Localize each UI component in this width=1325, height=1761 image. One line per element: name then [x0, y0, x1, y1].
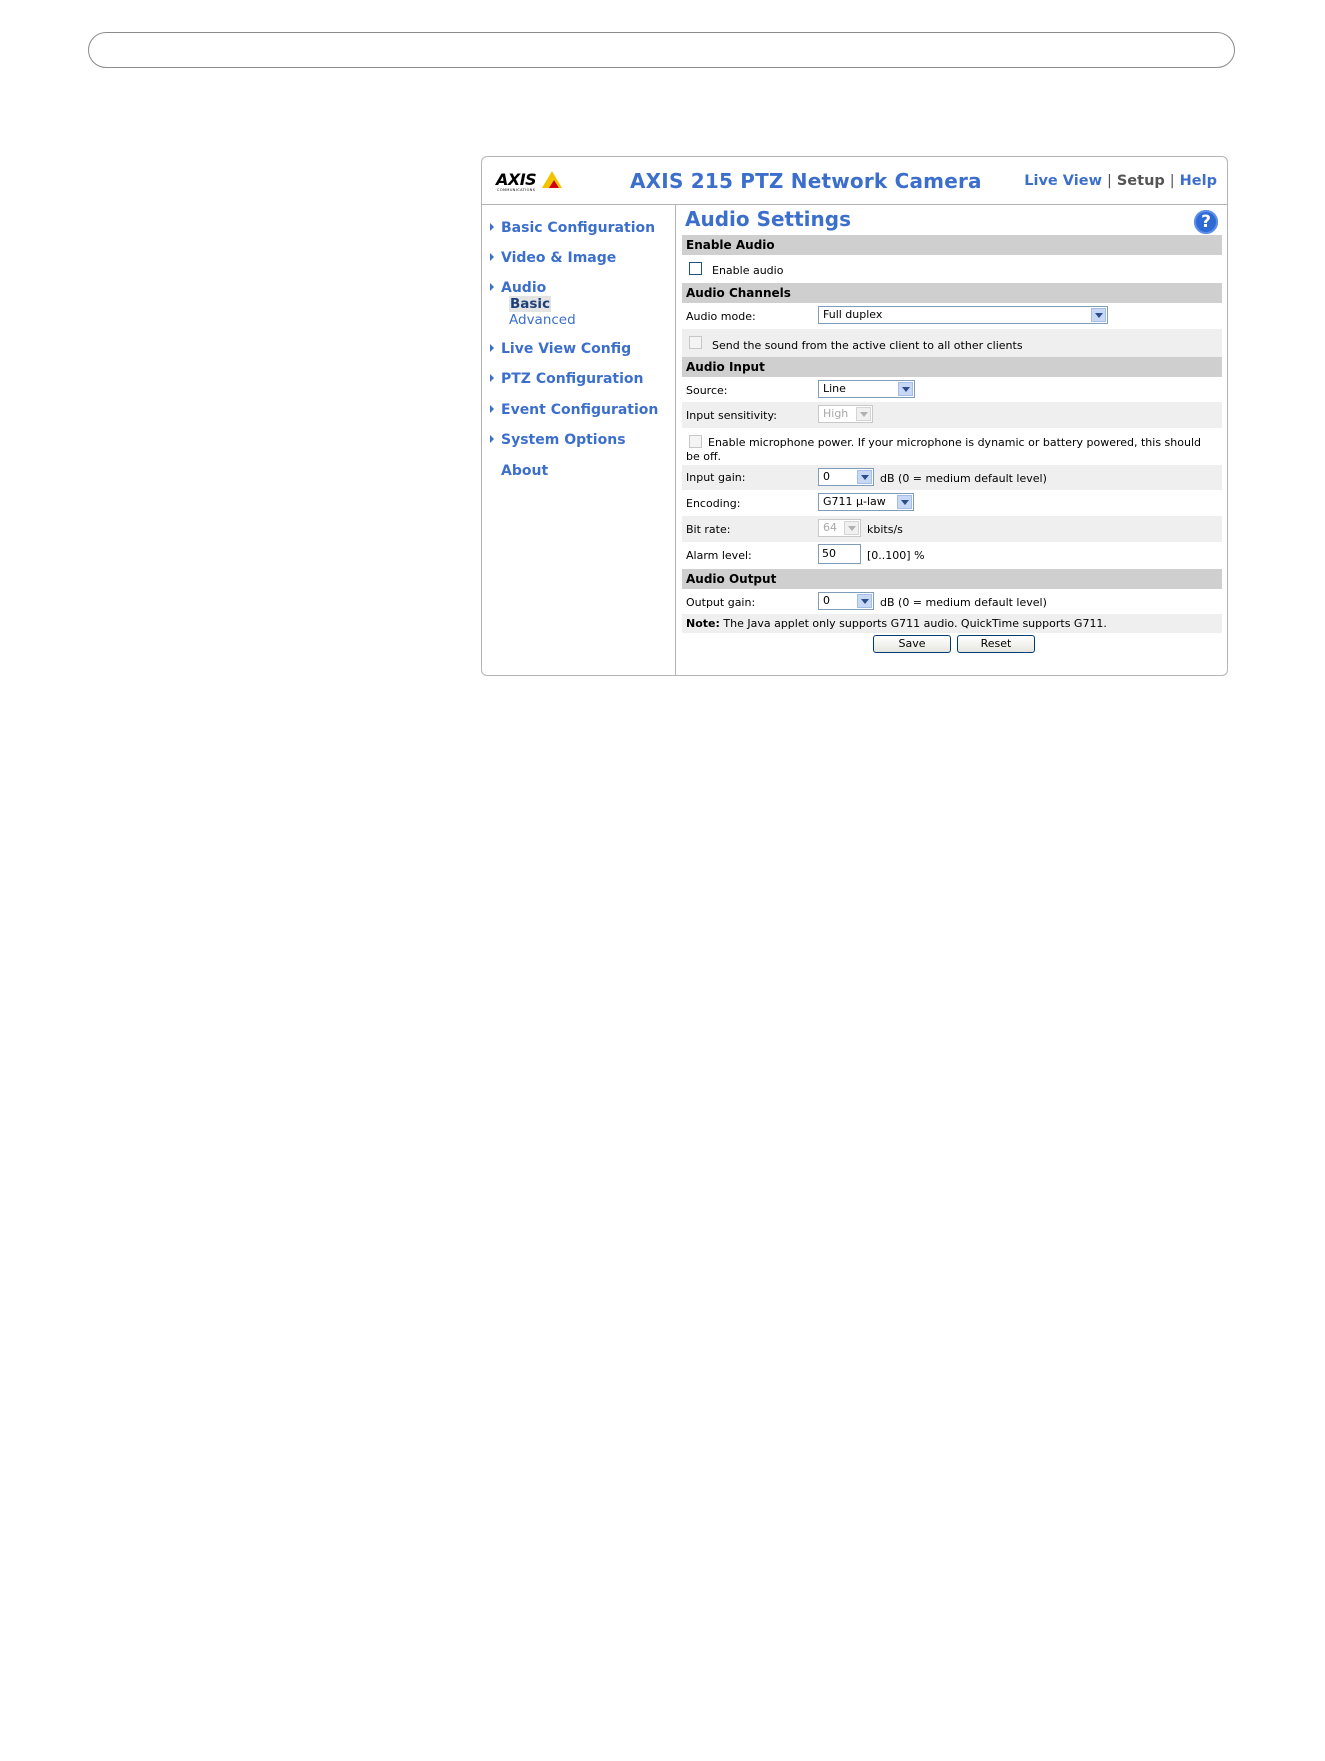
logo-red-triangle-icon	[549, 180, 559, 188]
output-gain-select[interactable]: 0	[818, 592, 874, 610]
arrow-right-icon	[490, 374, 494, 382]
page-title: Audio Settings	[685, 207, 851, 231]
input-sensitivity-select[interactable]: High	[818, 405, 873, 423]
sidebar-item-about[interactable]: About	[490, 463, 548, 479]
sidebar-item-basic-configuration[interactable]: Basic Configuration	[490, 220, 655, 236]
sidebar-item-live-view-config[interactable]: Live View Config	[490, 341, 631, 357]
link-separator: |	[1106, 173, 1112, 189]
reset-button[interactable]: Reset	[957, 635, 1035, 653]
live-view-link[interactable]: Live View	[1024, 173, 1102, 189]
logo-text: AXIS	[496, 170, 537, 189]
sidebar-item-event-configuration[interactable]: Event Configuration	[490, 402, 658, 418]
top-links: Live View | Setup | Help	[1024, 173, 1217, 189]
save-button[interactable]: Save	[873, 635, 951, 653]
mic-power-label: Enable microphone power. If your microph…	[686, 436, 1202, 463]
enable-audio-checkbox[interactable]	[689, 261, 702, 275]
dropdown-arrow-icon	[857, 594, 872, 608]
sidebar-subitem-basic[interactable]: Basic	[509, 296, 552, 312]
audio-mode-select[interactable]: Full duplex	[818, 306, 1108, 324]
encoding-select[interactable]: G711 µ-law	[818, 493, 914, 511]
dropdown-arrow-icon	[1091, 308, 1106, 322]
bit-rate-label: Bit rate:	[686, 523, 731, 536]
alarm-level-input[interactable]: 50	[818, 544, 861, 564]
output-gain-row: Output gain: 0 dB (0 = medium default le…	[682, 590, 1222, 614]
axis-logo: AXIS COMMUNICATIONS	[496, 170, 568, 196]
input-gain-row: Input gain: 0 dB (0 = medium default lev…	[682, 465, 1222, 490]
sidebar-item-video-image[interactable]: Video & Image	[490, 250, 616, 266]
section-audio-output: Audio Output	[682, 569, 1222, 589]
arrow-right-icon	[490, 253, 494, 261]
arrow-right-icon	[490, 435, 494, 443]
source-label: Source:	[686, 384, 728, 397]
sidebar-item-system-options[interactable]: System Options	[490, 432, 626, 448]
enable-audio-row: Enable audio	[682, 256, 1222, 281]
enable-audio-label: Enable audio	[712, 264, 784, 277]
input-sensitivity-label: Input sensitivity:	[686, 409, 777, 422]
note-row: Note: The Java applet only supports G711…	[682, 614, 1222, 633]
sidebar-subitem-advanced[interactable]: Advanced	[509, 312, 576, 328]
audio-mode-row: Audio mode: Full duplex	[682, 304, 1222, 328]
help-link[interactable]: Help	[1180, 173, 1217, 189]
setup-link[interactable]: Setup	[1117, 173, 1165, 189]
source-select[interactable]: Line	[818, 380, 915, 398]
dropdown-arrow-icon	[856, 407, 871, 421]
dropdown-arrow-icon	[898, 382, 913, 396]
arrow-right-icon	[490, 344, 494, 352]
bit-rate-select[interactable]: 64	[818, 519, 861, 537]
alarm-level-label: Alarm level:	[686, 549, 752, 562]
bit-rate-row: Bit rate: 64 kbits/s	[682, 516, 1222, 542]
source-row: Source: Line	[682, 378, 1222, 402]
sidebar-item-ptz-configuration[interactable]: PTZ Configuration	[490, 371, 644, 387]
alarm-level-suffix: [0..100] %	[867, 549, 925, 562]
section-audio-input: Audio Input	[682, 357, 1222, 377]
encoding-row: Encoding: G711 µ-law	[682, 490, 1222, 516]
camera-setup-window: AXIS COMMUNICATIONS AXIS 215 PTZ Network…	[481, 156, 1228, 676]
section-enable-audio: Enable Audio	[682, 235, 1222, 255]
dropdown-arrow-icon	[897, 495, 912, 509]
link-separator: |	[1169, 173, 1175, 189]
alarm-level-row: Alarm level: 50 [0..100] %	[682, 542, 1222, 568]
bit-rate-suffix: kbits/s	[867, 523, 903, 536]
logo-subtext: COMMUNICATIONS	[497, 188, 536, 192]
input-gain-select[interactable]: 0	[818, 468, 874, 486]
send-sound-row: Send the sound from the active client to…	[682, 329, 1222, 357]
arrow-right-icon	[490, 405, 494, 413]
input-sensitivity-row: Input sensitivity: High	[682, 402, 1222, 428]
send-sound-label: Send the sound from the active client to…	[712, 339, 1023, 352]
output-gain-label: Output gain:	[686, 596, 756, 609]
arrow-right-icon	[490, 223, 494, 231]
main-content: Audio Settings ? Enable Audio Enable aud…	[678, 205, 1225, 675]
section-audio-channels: Audio Channels	[682, 283, 1222, 303]
camera-title: AXIS 215 PTZ Network Camera	[630, 169, 982, 193]
audio-mode-label: Audio mode:	[686, 310, 756, 323]
top-rounded-bar	[88, 32, 1235, 68]
sidebar-item-audio[interactable]: Audio	[490, 280, 546, 296]
send-sound-checkbox[interactable]	[689, 335, 702, 349]
help-icon[interactable]: ?	[1194, 210, 1218, 234]
encoding-label: Encoding:	[686, 497, 741, 510]
dropdown-arrow-icon	[844, 521, 859, 535]
header: AXIS COMMUNICATIONS AXIS 215 PTZ Network…	[482, 157, 1227, 205]
sidebar-nav: Basic Configuration Video & Image Audio …	[482, 205, 676, 675]
input-gain-label: Input gain:	[686, 471, 746, 484]
arrow-right-icon	[490, 283, 494, 291]
output-gain-suffix: dB (0 = medium default level)	[880, 596, 1047, 609]
input-gain-suffix: dB (0 = medium default level)	[880, 472, 1047, 485]
mic-power-row: Enable microphone power. If your microph…	[682, 428, 1222, 464]
dropdown-arrow-icon	[857, 470, 872, 484]
note-text: Note: The Java applet only supports G711…	[686, 617, 1107, 630]
